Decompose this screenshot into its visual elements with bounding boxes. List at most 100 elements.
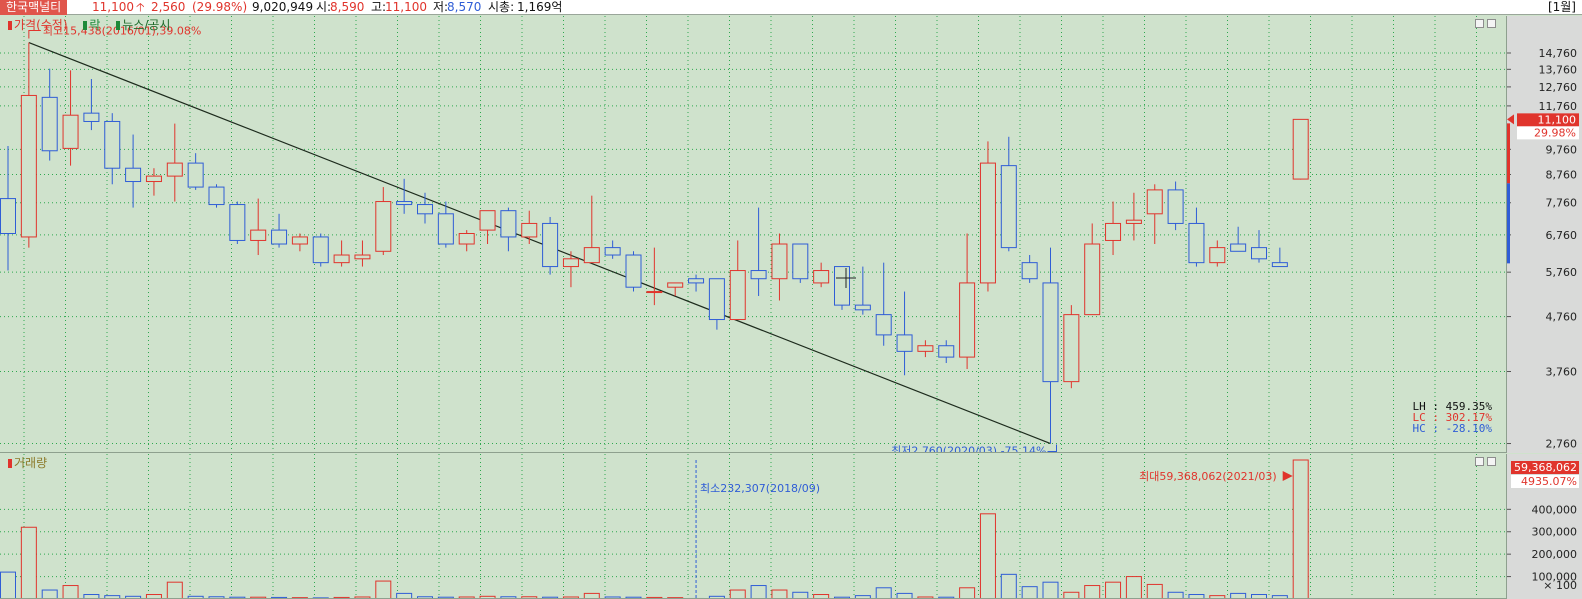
price-axis[interactable]: 14,760 13,760 12,760 11,760 9,760 8,760 7,760 6…	[1506, 16, 1582, 453]
volume-bar[interactable]	[959, 587, 976, 599]
price-panel[interactable]: 최고15,438(2016/01),39.08% 최저2,760(2020/03)…	[0, 16, 1506, 453]
minimize-panel-button[interactable]	[1475, 19, 1484, 28]
candle[interactable]	[938, 340, 955, 363]
candle[interactable]	[250, 198, 267, 256]
volume-bar[interactable]	[396, 592, 413, 599]
candle[interactable]	[771, 233, 788, 301]
candle[interactable]	[813, 262, 830, 288]
volume-bar[interactable]	[771, 589, 788, 599]
volume-bar[interactable]	[1230, 592, 1247, 599]
candle[interactable]	[896, 291, 913, 376]
legend-news[interactable]: 뉴스/공시	[116, 18, 176, 32]
candle[interactable]	[583, 195, 600, 264]
volume-bar[interactable]	[1063, 591, 1080, 599]
candle[interactable]	[792, 243, 809, 283]
candle[interactable]	[1063, 305, 1080, 389]
candle[interactable]	[688, 274, 705, 292]
volume-bar[interactable]	[20, 526, 37, 599]
volume-bar[interactable]	[1105, 581, 1122, 599]
candle[interactable]	[1230, 226, 1247, 252]
candle[interactable]	[271, 213, 288, 248]
candle[interactable]	[166, 123, 183, 202]
volume-bar[interactable]	[896, 592, 913, 599]
volume-bar[interactable]	[1021, 586, 1038, 599]
volume-bar[interactable]	[1271, 595, 1288, 599]
timeframe-selector[interactable]: [1월]	[1548, 0, 1576, 15]
candle[interactable]	[1167, 181, 1184, 231]
volume-bar[interactable]	[729, 589, 746, 599]
candle[interactable]	[521, 210, 538, 245]
close-volume-panel-button[interactable]	[1487, 457, 1496, 466]
candle[interactable]	[834, 266, 850, 310]
candle[interactable]	[20, 42, 37, 248]
volume-axis[interactable]: 100,000 200,000 300,000 400,000 59,368,062 49…	[1506, 454, 1582, 599]
volume-bar[interactable]	[1000, 573, 1017, 599]
candle[interactable]	[959, 233, 976, 370]
volume-bar[interactable]	[145, 594, 162, 599]
volume-bar[interactable]	[0, 571, 16, 599]
legend-price[interactable]: 가격(수정)	[8, 18, 74, 32]
volume-bar[interactable]	[83, 594, 100, 599]
candle[interactable]	[1209, 240, 1226, 267]
volume-bar[interactable]	[62, 585, 79, 599]
candle[interactable]	[1042, 247, 1059, 444]
candle[interactable]	[104, 113, 121, 185]
candle[interactable]	[854, 266, 871, 315]
volume-bar[interactable]	[875, 587, 892, 599]
candle[interactable]	[562, 251, 579, 288]
candle[interactable]	[1021, 255, 1038, 283]
volume-bar[interactable]	[813, 594, 830, 599]
candle[interactable]	[208, 184, 225, 208]
candle[interactable]	[187, 153, 204, 190]
candle[interactable]	[396, 178, 413, 214]
volume-bar[interactable]	[1209, 595, 1226, 599]
candle[interactable]	[1000, 136, 1017, 252]
candle[interactable]	[1292, 118, 1309, 180]
volume-bar[interactable]	[1125, 576, 1142, 599]
volume-chart[interactable]: 최소232,307(2018/09) 최대59,368,062(2021/03)	[0, 454, 1506, 599]
candle[interactable]	[542, 216, 559, 275]
stock-name[interactable]: 한국맥널티	[0, 0, 68, 15]
trendline[interactable]	[28, 41, 1051, 445]
candle[interactable]	[1105, 201, 1122, 256]
close-panel-button[interactable]	[1487, 19, 1496, 28]
candle[interactable]	[646, 247, 663, 306]
candle[interactable]	[1125, 192, 1142, 241]
candle[interactable]	[917, 340, 934, 358]
volume-bar[interactable]	[1292, 459, 1309, 599]
legend-lock[interactable]: 락	[83, 18, 106, 32]
candle[interactable]	[291, 233, 308, 252]
volume-bar[interactable]	[1146, 583, 1163, 599]
volume-bar[interactable]	[1084, 585, 1101, 599]
candle[interactable]	[1271, 247, 1288, 268]
volume-bar[interactable]	[41, 589, 58, 599]
volume-bar[interactable]	[1167, 591, 1184, 599]
candle[interactable]	[0, 146, 16, 271]
candle[interactable]	[1188, 207, 1205, 267]
candle[interactable]	[417, 192, 433, 224]
candle[interactable]	[979, 141, 996, 292]
legend-volume[interactable]: 거래량	[8, 456, 53, 470]
candle[interactable]	[458, 230, 475, 252]
candle[interactable]	[500, 207, 517, 252]
candle[interactable]	[875, 262, 892, 346]
minimize-volume-panel-button[interactable]	[1475, 457, 1484, 466]
volume-bar[interactable]	[1042, 581, 1059, 599]
volume-bar[interactable]	[792, 591, 809, 599]
candle[interactable]	[41, 68, 58, 161]
candle[interactable]	[312, 233, 329, 267]
volume-bar[interactable]	[979, 513, 996, 599]
candle[interactable]	[479, 210, 496, 245]
volume-bar[interactable]	[375, 580, 392, 599]
candle[interactable]	[1084, 223, 1101, 316]
candle[interactable]	[333, 240, 350, 267]
candle[interactable]	[750, 207, 767, 296]
volume-bar[interactable]	[854, 595, 871, 599]
volume-bar[interactable]	[583, 592, 600, 599]
candle[interactable]	[354, 240, 371, 267]
volume-bar[interactable]	[1251, 594, 1267, 599]
price-chart[interactable]: 최고15,438(2016/01),39.08%최저2,760(2020/03)…	[0, 16, 1506, 453]
volume-bar[interactable]	[750, 585, 767, 599]
candle[interactable]	[229, 201, 246, 245]
candle[interactable]	[729, 240, 746, 321]
